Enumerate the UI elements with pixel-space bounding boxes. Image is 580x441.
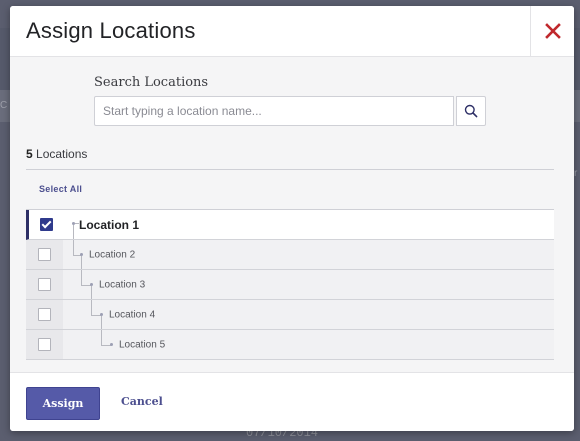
cancel-button[interactable]: Cancel (121, 395, 163, 408)
location-checkbox[interactable] (38, 308, 51, 321)
location-label: Location 1 (79, 217, 140, 232)
modal-title: Assign Locations (26, 18, 196, 43)
location-label: Location 4 (109, 309, 156, 320)
list-item[interactable]: Location 3 (26, 270, 554, 300)
select-all-link[interactable]: Select All (39, 184, 82, 194)
checkbox-cell (26, 330, 63, 359)
assign-button[interactable]: Assign (26, 387, 100, 420)
tree-connector (81, 270, 82, 285)
divider (26, 169, 554, 170)
locations-count: 5 Locations (26, 147, 87, 161)
tree-connector (91, 300, 92, 315)
list-item[interactable]: Location 1 (26, 210, 554, 240)
tree-node-dot (110, 343, 113, 346)
search-icon (464, 104, 478, 118)
modal-header: Assign Locations (10, 6, 574, 57)
search-input[interactable] (94, 96, 454, 126)
location-checkbox[interactable] (38, 248, 51, 261)
list-item[interactable]: Location 2 (26, 240, 554, 270)
tree-connector (73, 240, 74, 255)
checkbox-cell (26, 240, 63, 269)
list-item[interactable]: Location 4 (26, 300, 554, 330)
background-edge-text: r (574, 168, 578, 179)
locations-count-suffix: Locations (32, 147, 88, 161)
tree-connector (101, 316, 102, 329)
location-list: Location 1 Location 2 Location 3 Locatio… (26, 209, 554, 360)
locations-count-number: 5 (26, 147, 33, 161)
checkbox-cell (26, 270, 63, 299)
search-label: Search Locations (94, 75, 209, 90)
tree-connector (81, 256, 82, 269)
location-label: Location 2 (89, 249, 136, 260)
checkbox-cell (26, 300, 63, 329)
location-checkbox[interactable] (38, 338, 51, 351)
location-checkbox[interactable] (39, 218, 53, 231)
search-button[interactable] (456, 96, 486, 126)
tree-connector (73, 225, 74, 239)
list-item[interactable]: Location 5 (26, 330, 554, 360)
close-button[interactable] (530, 6, 574, 56)
checkbox-cell (29, 210, 63, 239)
location-checkbox[interactable] (38, 278, 51, 291)
location-label: Location 5 (119, 339, 166, 350)
assign-locations-modal: Assign Locations Search Locations 5 Loca… (10, 6, 574, 431)
close-x-icon (545, 23, 561, 39)
location-label: Location 3 (99, 279, 146, 290)
tree-connector (101, 330, 102, 345)
tree-connector (91, 286, 92, 299)
background-edge-text: C (0, 100, 8, 111)
modal-footer: Assign Cancel (10, 373, 574, 431)
